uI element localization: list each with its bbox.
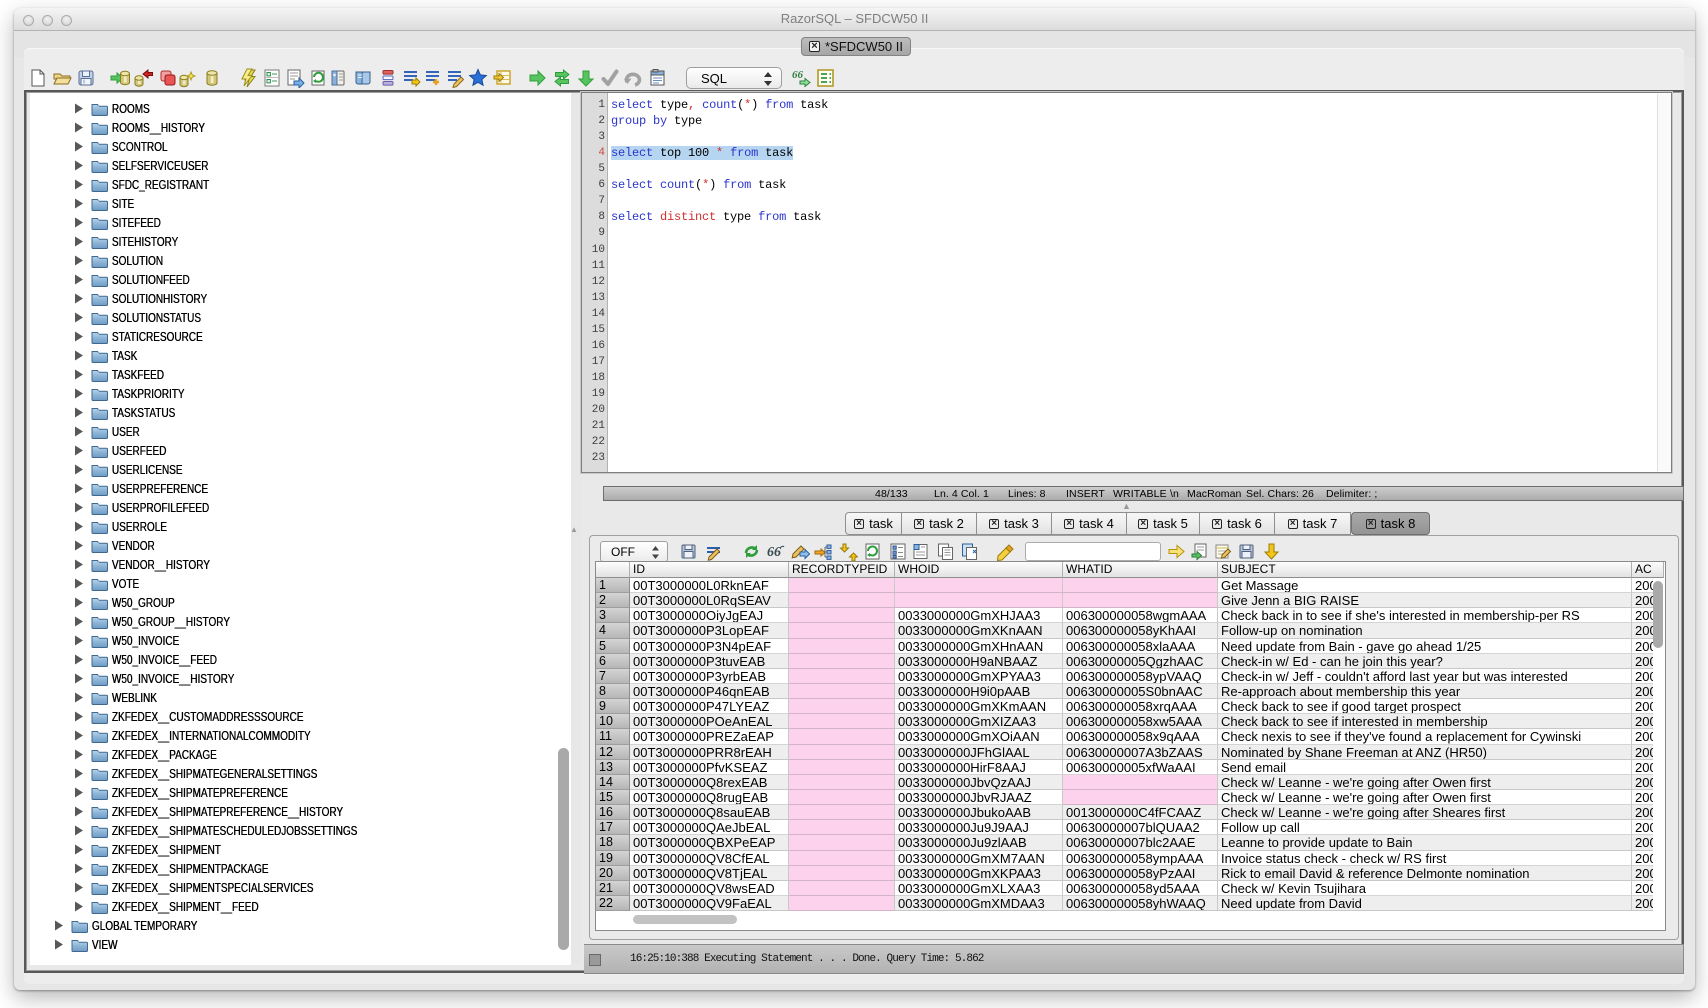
svg-text:66: 66 xyxy=(792,69,804,81)
svg-text:66: 66 xyxy=(767,545,781,560)
